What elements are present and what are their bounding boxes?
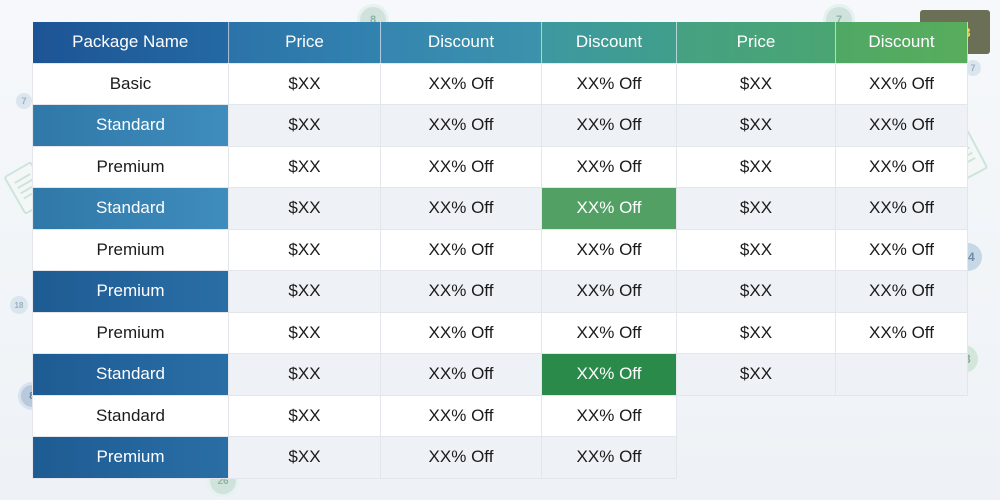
discount-cell: XX% Off (380, 270, 542, 313)
empty-cell (836, 437, 968, 479)
price-cell: $XX (228, 145, 381, 188)
header-discount: Discount (380, 22, 542, 63)
discount-cell-highlighted: XX% Off (541, 187, 677, 230)
price-cell: $XX (228, 394, 381, 437)
table-row: Premium $XX XX% Off XX% Off $XX XX% Off (32, 311, 968, 354)
discount-cell: XX% Off (541, 228, 677, 271)
discount-cell: XX% Off (541, 436, 677, 479)
price-cell: $XX (676, 145, 836, 188)
empty-cell (677, 395, 836, 437)
package-cell: Standard (32, 187, 229, 230)
discount-cell: XX% Off (541, 394, 677, 437)
discount-cell: XX% Off (835, 104, 968, 147)
discount-cell: XX% Off (835, 311, 968, 354)
price-cell: $XX (228, 436, 381, 479)
price-cell: $XX (228, 187, 381, 230)
discount-cell: XX% Off (380, 436, 542, 479)
empty-cell (677, 437, 836, 479)
package-cell: Standard (32, 353, 229, 396)
discount-cell: XX% Off (835, 187, 968, 230)
price-cell: $XX (228, 62, 381, 105)
header-discount: Discount (541, 22, 677, 63)
table-row: Standard $XX XX% Off XX% Off $XX XX% Off (32, 187, 968, 230)
price-cell: $XX (676, 311, 836, 354)
table-row: Premium $XX XX% Off XX% Off (32, 436, 968, 479)
discount-cell (835, 353, 968, 396)
discount-cell: XX% Off (380, 187, 542, 230)
package-cell: Premium (32, 228, 229, 271)
number-badge: 7 (16, 93, 32, 109)
price-cell: $XX (228, 311, 381, 354)
header-package-name: Package Name (32, 22, 229, 63)
discount-cell: XX% Off (380, 228, 542, 271)
package-cell: Premium (32, 270, 229, 313)
table-row: Standard $XX XX% Off XX% Off $XX XX% Off (32, 104, 968, 147)
table-row: Premium $XX XX% Off XX% Off $XX XX% Off (32, 270, 968, 313)
discount-cell: XX% Off (380, 311, 542, 354)
table-row: Standard $XX XX% Off XX% Off (32, 394, 968, 437)
discount-cell: XX% Off (380, 62, 542, 105)
table-header-row: Package Name Price Discount Discount Pri… (32, 22, 968, 63)
price-cell: $XX (676, 104, 836, 147)
discount-cell: XX% Off (541, 311, 677, 354)
price-cell: $XX (676, 270, 836, 313)
package-cell: Basic (32, 62, 229, 105)
discount-cell: XX% Off (835, 145, 968, 188)
number-badge: 18 (10, 296, 28, 314)
pricing-table: Package Name Price Discount Discount Pri… (32, 22, 968, 479)
package-cell: Premium (32, 145, 229, 188)
header-discount: Discount (835, 22, 968, 63)
price-cell: $XX (676, 62, 836, 105)
table-row: Premium $XX XX% Off XX% Off $XX XX% Off (32, 145, 968, 188)
discount-cell: XX% Off (835, 270, 968, 313)
discount-cell: XX% Off (380, 353, 542, 396)
discount-cell: XX% Off (835, 228, 968, 271)
discount-cell: XX% Off (380, 394, 542, 437)
price-cell: $XX (676, 228, 836, 271)
price-cell: $XX (228, 104, 381, 147)
header-price: Price (228, 22, 381, 63)
package-cell: Premium (32, 311, 229, 354)
package-cell: Premium (32, 436, 229, 479)
empty-cell (836, 395, 968, 437)
price-cell: $XX (228, 353, 381, 396)
package-cell: Standard (32, 394, 229, 437)
header-price: Price (676, 22, 836, 63)
table-row: Standard $XX XX% Off XX% Off $XX (32, 353, 968, 396)
discount-cell: XX% Off (541, 104, 677, 147)
package-cell: Standard (32, 104, 229, 147)
price-cell: $XX (228, 228, 381, 271)
discount-cell: XX% Off (541, 270, 677, 313)
discount-cell-highlighted: XX% Off (541, 353, 677, 396)
discount-cell: XX% Off (380, 145, 542, 188)
discount-cell: XX% Off (541, 145, 677, 188)
price-cell: $XX (676, 187, 836, 230)
price-cell: $XX (676, 353, 836, 396)
table-row: Premium $XX XX% Off XX% Off $XX XX% Off (32, 228, 968, 271)
discount-cell: XX% Off (835, 62, 968, 105)
discount-cell: XX% Off (380, 104, 542, 147)
price-cell: $XX (228, 270, 381, 313)
table-row: Basic $XX XX% Off XX% Off $XX XX% Off (32, 62, 968, 105)
discount-cell: XX% Off (541, 62, 677, 105)
